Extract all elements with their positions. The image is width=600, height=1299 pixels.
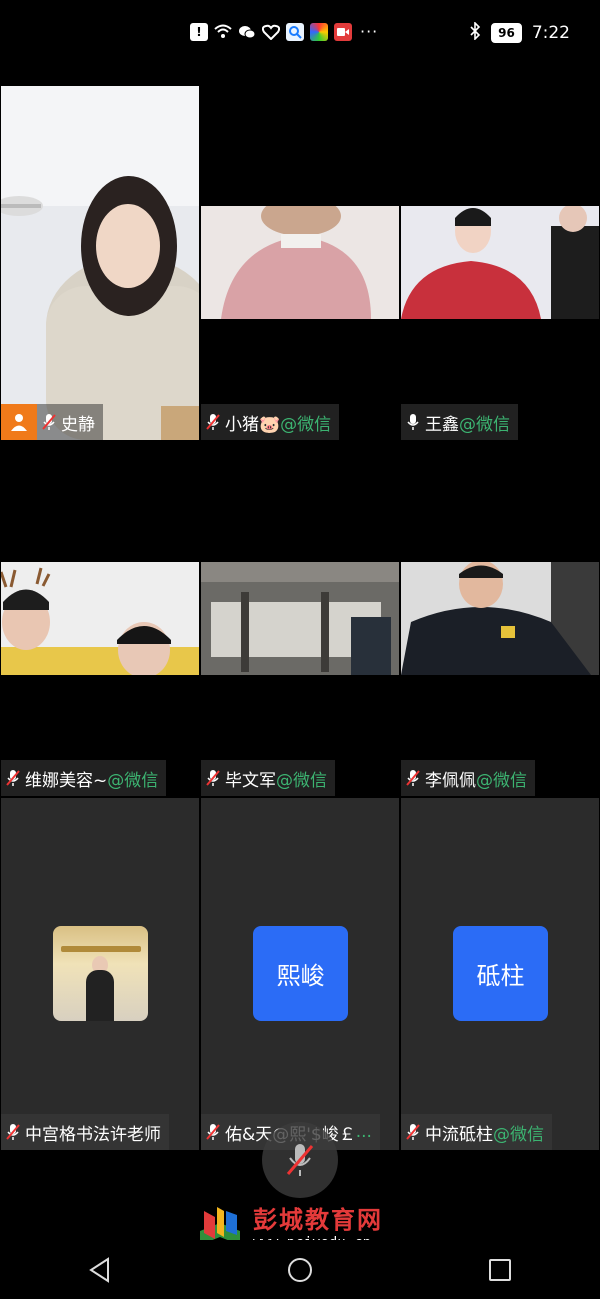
participant-avatar: 熙峻 bbox=[253, 926, 348, 1021]
mic-on-icon bbox=[401, 404, 425, 440]
recents-square-icon bbox=[489, 1258, 511, 1281]
status-icons: ! ··· bbox=[190, 22, 378, 41]
participant-name: 中流砥柱 bbox=[425, 1124, 493, 1145]
participant-label: 王鑫 @微信 bbox=[401, 404, 518, 440]
participant-label: 维娜美容~ @微信 bbox=[1, 760, 167, 796]
participant-name: 王鑫 bbox=[425, 414, 459, 435]
participant-tile[interactable]: 砥柱 中流砥柱 @微信 bbox=[401, 798, 599, 1150]
participant-tile[interactable]: 毕文军 @微信 bbox=[201, 442, 399, 796]
participant-tile[interactable]: 熙峻 佑&天@熙'$峻￡ ... bbox=[201, 798, 399, 1150]
participant-tile[interactable]: 中宫格书法许老师 bbox=[1, 798, 199, 1150]
wifi-icon bbox=[214, 23, 232, 41]
participant-label: 中宫格书法许老师 bbox=[1, 1114, 169, 1150]
mic-muted-icon bbox=[201, 404, 225, 440]
participant-label: 毕文军 @微信 bbox=[201, 760, 335, 796]
participant-name: 李佩佩 bbox=[425, 770, 476, 791]
bluetooth-icon bbox=[469, 21, 481, 44]
home-circle-icon bbox=[288, 1257, 312, 1282]
back-triangle-icon bbox=[89, 1256, 109, 1283]
mic-toggle-button[interactable] bbox=[262, 1122, 338, 1198]
participant-tile[interactable]: 维娜美容~ @微信 bbox=[1, 442, 199, 796]
video-feed bbox=[201, 562, 399, 675]
mic-muted-icon bbox=[201, 760, 225, 796]
watermark-title: 彭城教育网 bbox=[253, 1206, 383, 1234]
participant-tile[interactable]: 小猪🐷 @微信 bbox=[201, 86, 399, 440]
clock: 7:22 bbox=[531, 23, 570, 43]
more-status-icon: ··· bbox=[360, 22, 379, 41]
video-feed bbox=[401, 560, 599, 675]
mic-muted-icon bbox=[37, 404, 61, 440]
participant-source: @微信 bbox=[476, 770, 527, 791]
video-app-icon bbox=[334, 22, 352, 41]
colorful-app-icon bbox=[310, 22, 328, 41]
participant-avatar: 砥柱 bbox=[453, 926, 548, 1021]
status-bar: ! ··· 96 7:22 bbox=[0, 0, 600, 68]
status-right: 96 7:22 bbox=[469, 21, 570, 44]
participant-label: 李佩佩 @微信 bbox=[401, 760, 535, 796]
participant-tile[interactable]: 李佩佩 @微信 bbox=[401, 442, 599, 796]
participant-source: @微信 bbox=[107, 770, 159, 791]
video-feed bbox=[401, 204, 599, 319]
video-feed bbox=[1, 86, 199, 440]
back-button[interactable] bbox=[70, 1245, 130, 1295]
participant-source: @微信 bbox=[493, 1124, 544, 1145]
mic-muted-icon bbox=[286, 1144, 314, 1176]
health-icon bbox=[262, 23, 280, 41]
recents-button[interactable] bbox=[470, 1245, 530, 1295]
system-nav-bar bbox=[0, 1240, 600, 1299]
mic-muted-icon bbox=[1, 760, 25, 796]
wechat-icon bbox=[238, 23, 256, 41]
participant-source: @微信 bbox=[280, 414, 332, 435]
search-app-icon bbox=[286, 22, 304, 41]
mic-muted-icon bbox=[401, 760, 425, 796]
notification-alert-icon: ! bbox=[190, 22, 208, 41]
participant-source: @微信 bbox=[459, 414, 510, 435]
participant-label: 史静 bbox=[1, 404, 103, 440]
video-feed bbox=[1, 562, 199, 678]
participant-label: 中流砥柱 @微信 bbox=[401, 1114, 552, 1150]
participant-source: ... bbox=[355, 1122, 372, 1142]
participant-tile[interactable]: 王鑫 @微信 bbox=[401, 86, 599, 440]
battery-indicator: 96 bbox=[491, 23, 522, 43]
host-badge-icon bbox=[1, 404, 37, 440]
participant-tile[interactable]: 史静 bbox=[1, 86, 199, 440]
home-button[interactable] bbox=[270, 1245, 330, 1295]
participant-name: 史静 bbox=[61, 414, 95, 435]
mic-muted-icon bbox=[1, 1114, 25, 1150]
participant-avatar bbox=[53, 926, 148, 1021]
participant-name: 中宫格书法许老师 bbox=[25, 1124, 161, 1145]
video-feed bbox=[201, 196, 399, 319]
participant-label: 小猪🐷 @微信 bbox=[201, 404, 340, 440]
participant-source: @微信 bbox=[276, 770, 327, 791]
participant-name: 维娜美容~ bbox=[25, 770, 108, 791]
participant-name: 小猪🐷 bbox=[225, 414, 281, 435]
participant-name: 毕文军 bbox=[225, 770, 276, 791]
mic-muted-icon bbox=[401, 1114, 425, 1150]
avatar-body bbox=[86, 970, 114, 1021]
mic-muted-icon bbox=[201, 1114, 225, 1150]
avatar-banner bbox=[61, 946, 141, 952]
